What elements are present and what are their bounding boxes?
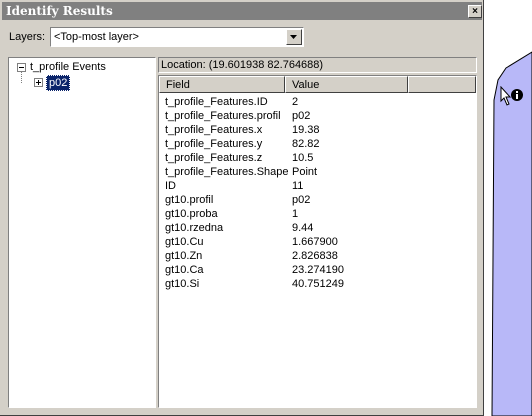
dropdown-button[interactable] <box>286 29 302 45</box>
location-text: Location: (19.601938 82.764688) <box>161 59 324 71</box>
plus-icon-v <box>38 80 39 85</box>
collapse-toggle[interactable] <box>17 63 26 72</box>
value-cell: 1 <box>292 208 299 220</box>
column-header-field[interactable]: Field <box>159 76 285 93</box>
map-polygon <box>491 51 532 416</box>
value-cell: 10.5 <box>292 152 314 164</box>
value-cell: 9.44 <box>292 222 314 234</box>
table-row[interactable]: t_profile_Features.Shape Point <box>159 165 476 179</box>
field-cell: gt10.Si <box>165 278 200 290</box>
tree-node-layer[interactable]: t_profile Events <box>30 61 106 73</box>
field-cell: t_profile_Features.z <box>165 152 263 164</box>
table-row[interactable]: gt10.profil p02 <box>159 193 476 207</box>
expand-toggle[interactable] <box>34 78 43 87</box>
field-cell: gt10.Cu <box>165 236 204 248</box>
table-row[interactable]: gt10.Zn 2.826838 <box>159 249 476 263</box>
value-cell: p02 <box>292 194 311 206</box>
results-tree[interactable]: t_profile Events p02 <box>8 57 156 408</box>
value-cell: 11 <box>292 180 304 192</box>
value-cell: 40.751249 <box>292 278 344 290</box>
close-icon: × <box>472 6 478 17</box>
value-cell: 19.38 <box>292 124 320 136</box>
table-row[interactable]: t_profile_Features.ID 2 <box>159 95 476 109</box>
value-cell: 82.82 <box>292 138 320 150</box>
value-cell: 1.667900 <box>292 236 338 248</box>
field-cell: t_profile_Features.y <box>165 138 263 150</box>
field-cell: gt10.Zn <box>165 250 203 262</box>
field-cell: gt10.profil <box>165 194 214 206</box>
table-row[interactable]: gt10.rzedna 9.44 <box>159 221 476 235</box>
close-button[interactable]: × <box>468 5 482 18</box>
value-cell: 2.826838 <box>292 250 338 262</box>
value-cell: p02 <box>292 110 311 122</box>
value-cell: 2 <box>292 96 299 108</box>
column-header-filler <box>408 76 476 93</box>
table-row[interactable]: gt10.Cu 1.667900 <box>159 235 476 249</box>
chevron-down-icon <box>290 35 297 39</box>
field-cell: ID <box>165 180 176 192</box>
layers-label: Layers: <box>9 31 46 43</box>
table-body: t_profile_Features.ID 2 t_profile_Features… <box>159 95 476 291</box>
field-cell: gt10.rzedna <box>165 222 224 234</box>
identify-cursor-icon <box>500 86 523 106</box>
location-bar: Location: (19.601938 82.764688) <box>158 57 477 73</box>
layers-selected-value: <Top-most layer> <box>54 31 139 43</box>
field-cell: gt10.Ca <box>165 264 204 276</box>
table-row[interactable]: t_profile_Features.x 19.38 <box>159 123 476 137</box>
table-row[interactable]: gt10.Si 40.751249 <box>159 277 476 291</box>
table-row[interactable]: t_profile_Features.profil p02 <box>159 109 476 123</box>
field-cell: t_profile_Features.profil <box>165 110 281 122</box>
map-canvas[interactable] <box>484 0 532 416</box>
column-header-value[interactable]: Value <box>285 76 408 93</box>
attribute-table[interactable]: Field Value t_profile_Features.ID 2 t_prof… <box>158 75 477 408</box>
table-row[interactable]: t_profile_Features.z 10.5 <box>159 151 476 165</box>
minus-icon <box>19 67 24 68</box>
tree-node-feature[interactable]: p02 <box>46 75 71 91</box>
title-bar[interactable]: Identify Results × <box>2 2 482 20</box>
table-row[interactable]: gt10.proba 1 <box>159 207 476 221</box>
table-row[interactable]: ID 11 <box>159 179 476 193</box>
tree-connector <box>21 72 22 83</box>
table-row[interactable]: t_profile_Features.y 82.82 <box>159 137 476 151</box>
window-title: Identify Results <box>6 4 113 18</box>
field-cell: gt10.proba <box>165 208 218 220</box>
value-cell: 23.274190 <box>292 264 344 276</box>
layers-dropdown[interactable]: <Top-most layer> <box>50 27 304 47</box>
field-cell: t_profile_Features.ID <box>165 96 268 108</box>
field-cell: t_profile_Features.Shape <box>165 166 289 178</box>
value-cell: Point <box>292 166 318 178</box>
field-cell: t_profile_Features.x <box>165 124 263 136</box>
identify-results-window: Identify Results × Layers: <Top-most lay… <box>0 0 484 416</box>
table-row[interactable]: gt10.Ca 23.274190 <box>159 263 476 277</box>
